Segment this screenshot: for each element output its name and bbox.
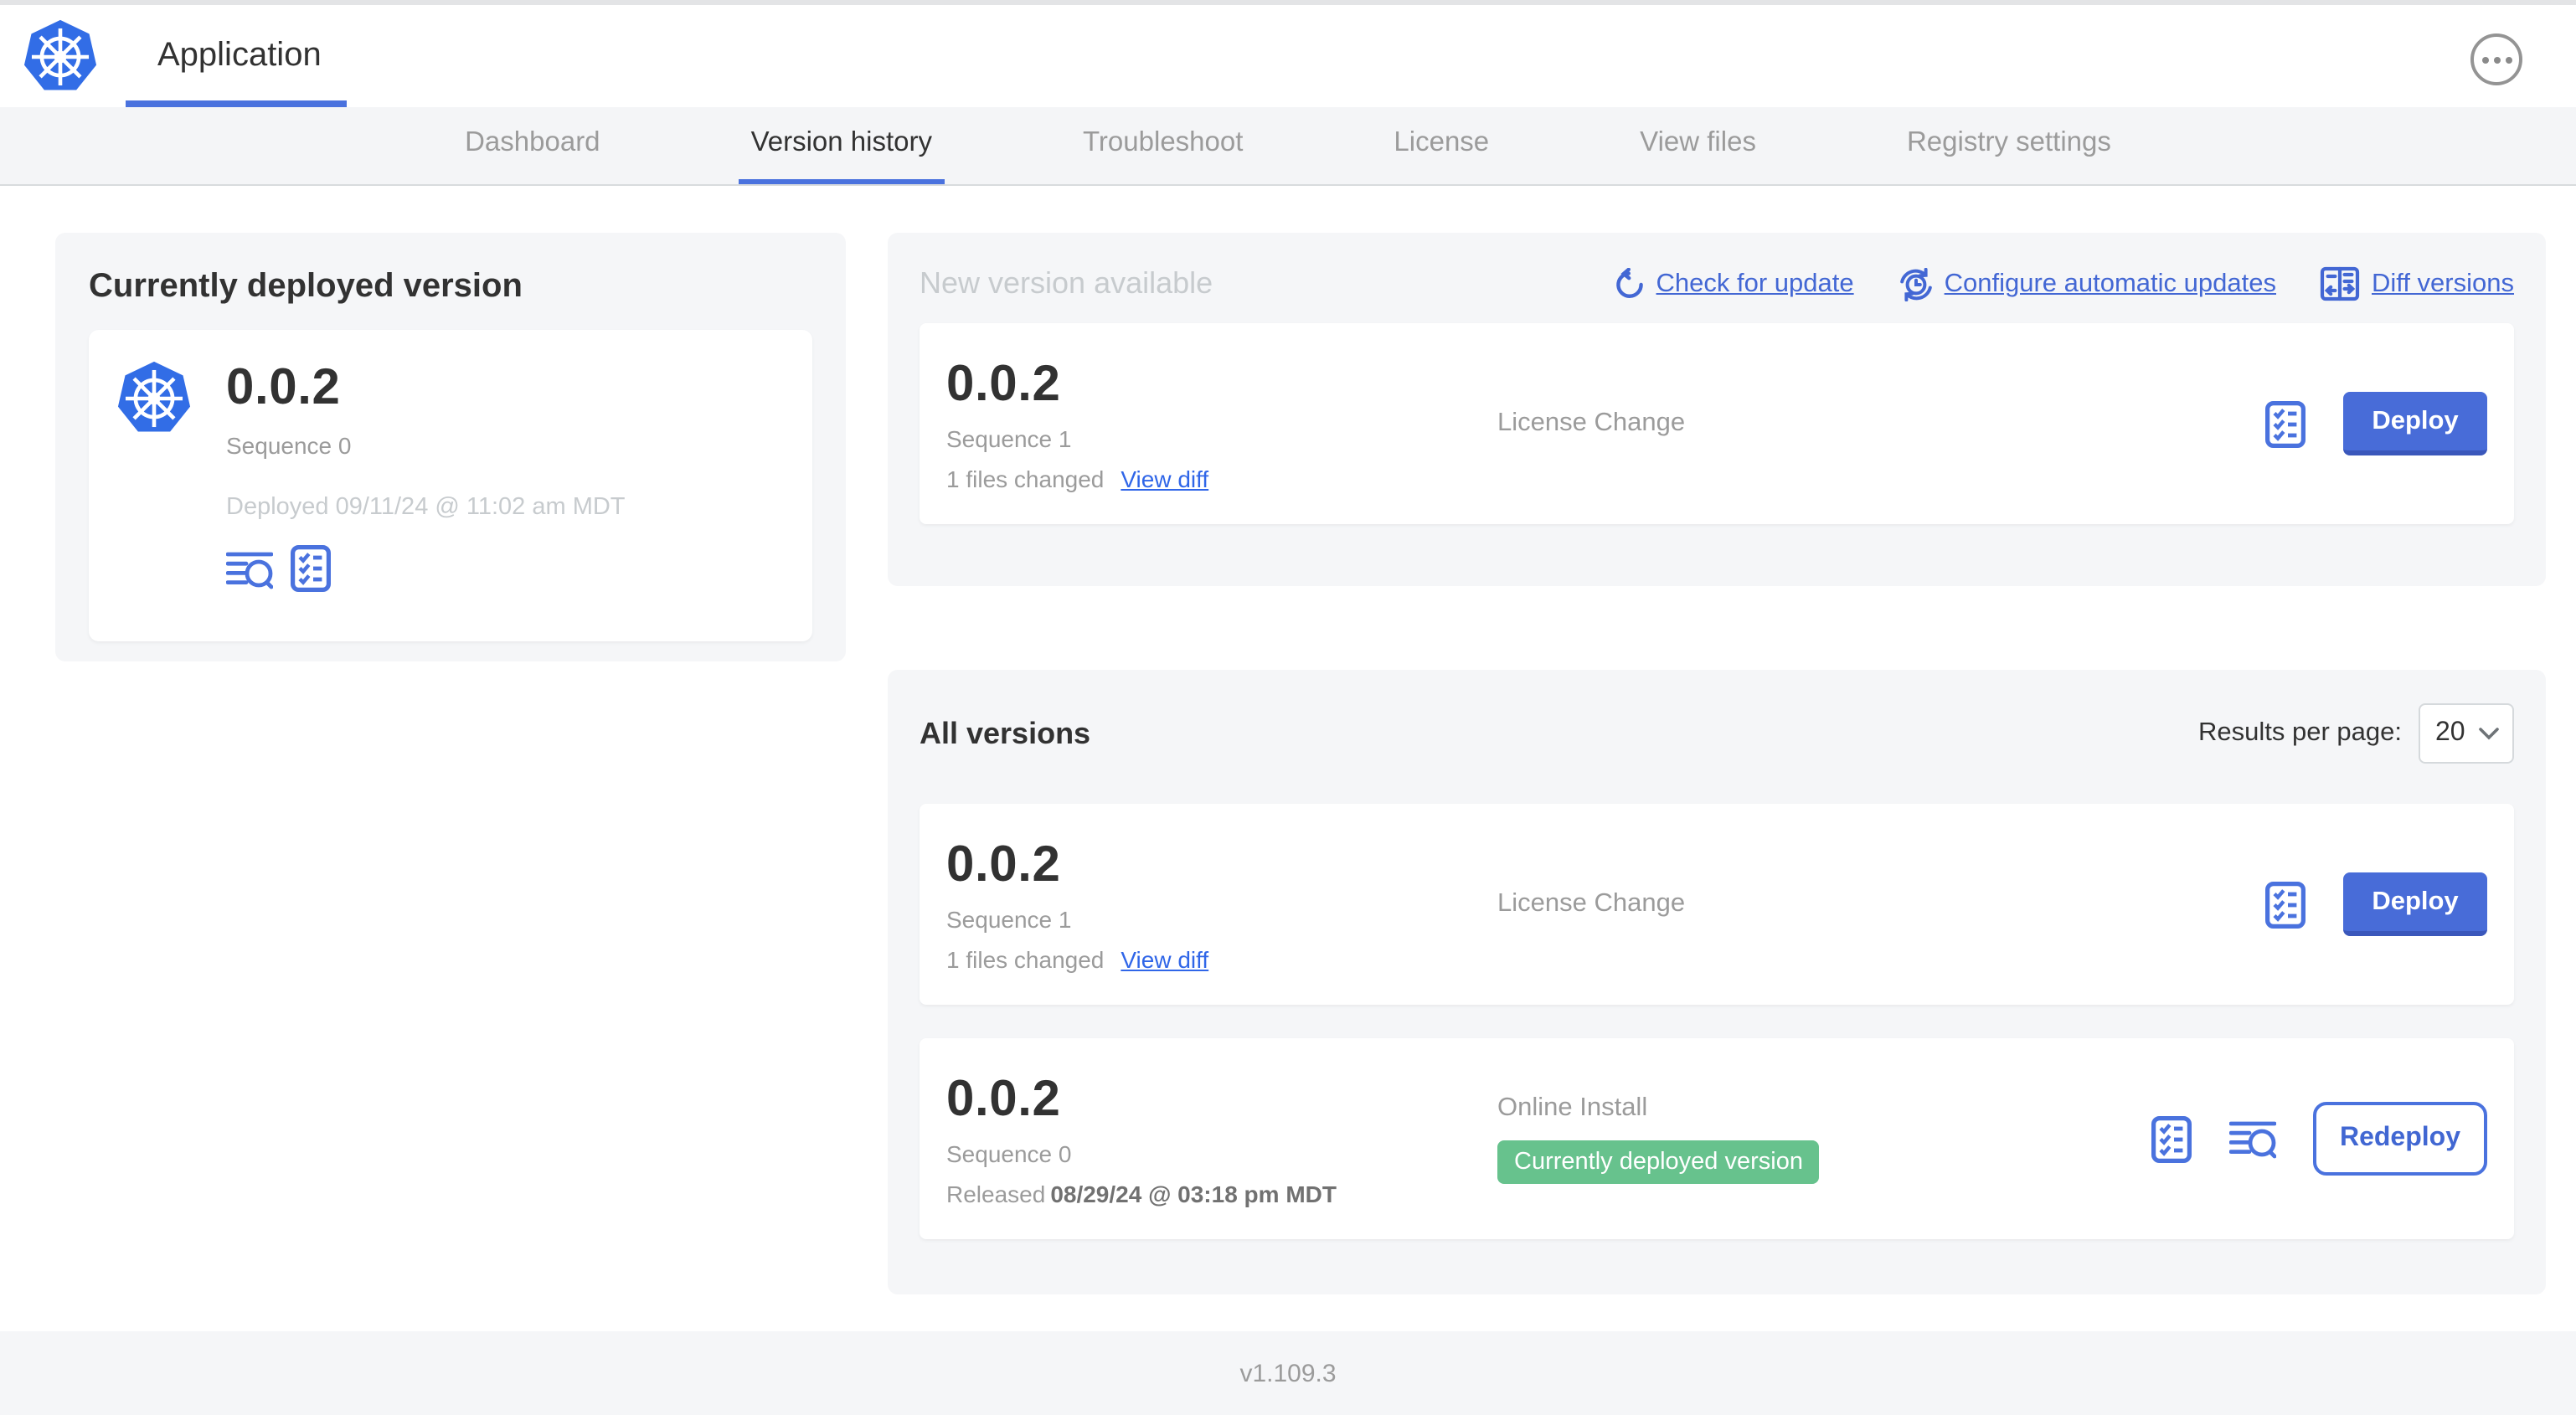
preflight-checks-icon-button[interactable] [2264,880,2306,929]
app-tab-application[interactable]: Application [157,5,322,107]
app-version-icon [116,360,193,437]
new-version-section: New version available Check for update C… [888,233,2546,586]
deployed-timestamp: Deployed 09/11/24 @ 11:02 am MDT [226,494,626,521]
released-timestamp: Released 08/29/24 @ 03:18 pm MDT [946,1180,1337,1207]
version-source-block: Online Install Currently deployed versio… [1497,1093,2151,1184]
tab-troubleshoot[interactable]: Troubleshoot [1071,107,1255,184]
view-logs-icon-button[interactable] [2229,1119,2276,1159]
app-subnav: Dashboard Version history Troubleshoot L… [0,107,2576,186]
currently-deployed-badge: Currently deployed version [1497,1140,1820,1184]
kubernetes-logo-icon [22,18,99,95]
all-versions-title: All versions [920,716,1091,749]
version-row: 0.0.2 Sequence 1 1 files changed View di… [920,804,2514,1005]
version-source: License Change [1497,889,1686,918]
configure-automatic-updates-link[interactable]: Configure automatic updates [1898,267,2276,301]
tab-version-history[interactable]: Version history [739,107,944,184]
results-per-page-label: Results per page: [2198,718,2402,747]
tab-license[interactable]: License [1382,107,1501,184]
new-version-card: 0.0.2 Sequence 1 1 files changed View di… [920,323,2514,524]
version-number: 0.0.2 [946,1071,1061,1126]
view-diff-link[interactable]: View diff [1121,945,1208,972]
tab-dashboard[interactable]: Dashboard [453,107,611,184]
tab-view-files[interactable]: View files [1628,107,1768,184]
clock-refresh-icon [1899,267,1932,301]
view-diff-link[interactable]: View diff [1121,465,1208,491]
more-options-button[interactable] [2470,33,2522,85]
version-row: 0.0.2 Sequence 0 Released 08/29/24 @ 03:1… [920,1038,2514,1239]
deploy-button[interactable]: Deploy [2343,392,2487,455]
console-version: v1.109.3 [1239,1359,1337,1387]
more-options-icon [2481,56,2488,63]
all-versions-section: All versions Results per page: 20 0.0.2 … [888,670,2546,1294]
results-per-page-value: 20 [2435,718,2465,747]
version-sequence: Sequence 0 [946,1140,1072,1166]
deploy-button[interactable]: Deploy [2343,872,2487,936]
preflight-checks-icon-button[interactable] [290,544,332,593]
tab-registry-settings[interactable]: Registry settings [1895,107,2123,184]
deployed-version-sequence: Sequence 0 [226,432,352,459]
deployed-version-card: 0.0.2 Sequence 0 Deployed 09/11/24 @ 11:… [89,330,812,641]
version-number: 0.0.2 [946,356,1061,411]
kots-admin-console: Application Dashboard Version history Tr… [0,0,2576,1415]
files-changed: 1 files changed [946,945,1105,972]
refresh-icon [1613,268,1645,300]
chevron-down-icon [2479,728,2499,739]
diff-versions-link[interactable]: Diff versions [2320,266,2514,301]
results-per-page-select[interactable]: 20 [2419,703,2514,764]
check-for-update-link[interactable]: Check for update [1613,268,1854,300]
preflight-checks-icon-button[interactable] [2264,399,2306,448]
new-version-title: New version available [920,266,1213,300]
deployed-version-number: 0.0.2 [226,360,341,415]
view-logs-icon-button[interactable] [226,548,273,589]
app-tab-label: Application [157,37,322,74]
files-changed: 1 files changed [946,465,1105,491]
currently-deployed-title: Currently deployed version [89,268,523,305]
version-number: 0.0.2 [946,836,1061,892]
version-source: Online Install [1497,1093,1648,1122]
redeploy-button[interactable]: Redeploy [2313,1102,2487,1176]
app-tab-active-underline [126,100,347,107]
app-header: Application [0,5,2576,109]
currently-deployed-panel: Currently deployed version 0.0.2 Sequenc… [55,233,846,661]
version-sequence: Sequence 1 [946,905,1072,932]
console-footer: v1.109.3 [0,1331,2576,1415]
version-sequence: Sequence 1 [946,424,1072,451]
diff-icon [2320,266,2360,301]
preflight-checks-icon-button[interactable] [2151,1114,2192,1163]
version-source: License Change [1497,409,1686,437]
